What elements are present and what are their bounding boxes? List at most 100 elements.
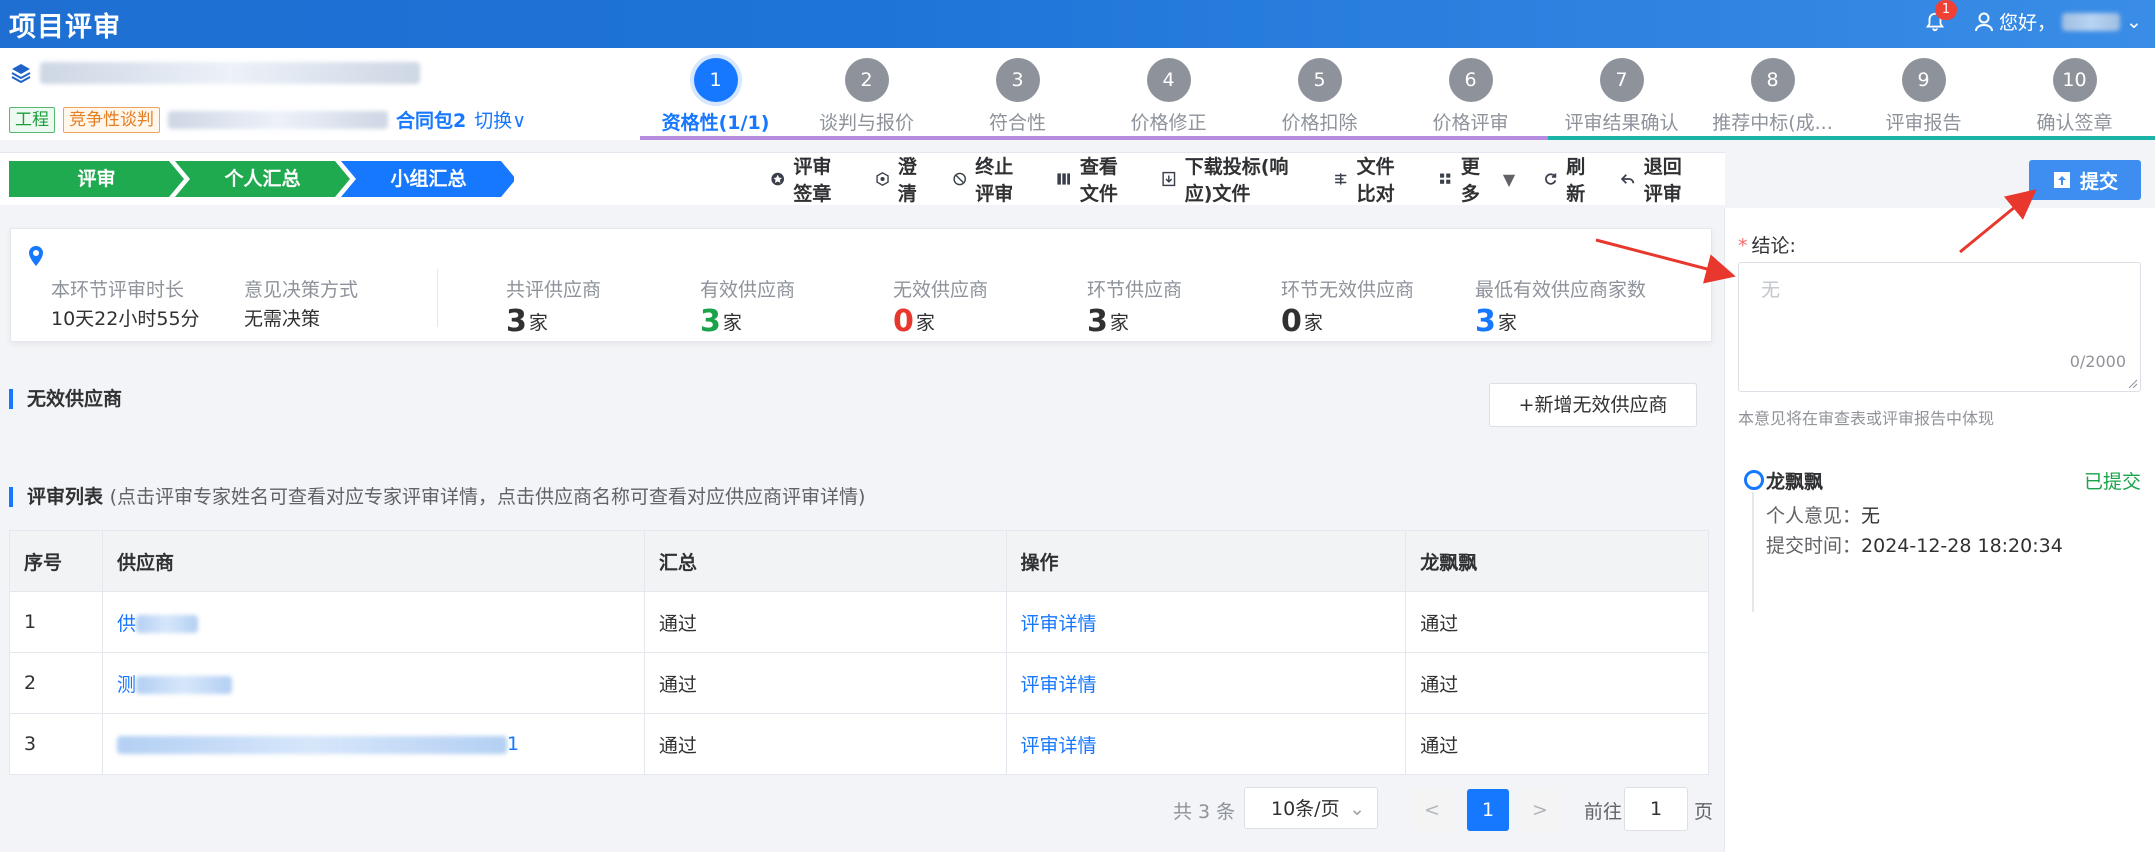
review-detail-link[interactable]: 评审详情 bbox=[1021, 674, 1097, 696]
step-label: 确认签章 bbox=[2036, 112, 2113, 134]
files-icon bbox=[1057, 173, 1071, 185]
opinion-label: 个人意见： bbox=[1766, 505, 1862, 527]
step-number: 1 bbox=[693, 58, 738, 102]
clarify-button[interactable]: 澄清 bbox=[875, 152, 924, 206]
step-number: 10 bbox=[2052, 58, 2097, 102]
supplier-name-redacted bbox=[116, 735, 507, 754]
crumb-personal-summary[interactable]: 个人汇总 bbox=[180, 161, 345, 197]
download-button[interactable]: 下载投标(响应)文件 bbox=[1161, 152, 1305, 206]
compare-button[interactable]: 文件比对 bbox=[1333, 152, 1410, 206]
prev-page-button[interactable]: < bbox=[1411, 789, 1453, 831]
switch-package-link[interactable]: 切换∨ bbox=[474, 106, 526, 133]
more-dropdown[interactable]: 更多 ▼ bbox=[1438, 152, 1515, 206]
clarify-icon bbox=[876, 172, 889, 186]
more-label: 更多 bbox=[1460, 156, 1480, 205]
project-code-redacted bbox=[168, 110, 388, 129]
step-2[interactable]: 2 谈判与报价 bbox=[791, 48, 942, 140]
crumb-group-summary[interactable]: 小组汇总 bbox=[346, 161, 511, 197]
column-header-expert-link[interactable]: 龙飘飘 bbox=[1405, 530, 1709, 592]
row-no: 3 bbox=[9, 713, 103, 775]
step-number: 3 bbox=[995, 58, 1040, 102]
stat-min-valid-suppliers: 最低有效供应商家数 3家 bbox=[1475, 275, 1646, 339]
sign-button[interactable]: 评审签章 bbox=[770, 152, 847, 206]
supplier-cell[interactable]: 1 bbox=[101, 713, 645, 775]
step-3[interactable]: 3 符合性 bbox=[942, 48, 1093, 140]
caret-down-icon: ▼ bbox=[1502, 169, 1516, 189]
table-row: 3 1 通过 评审详情 通过 bbox=[9, 713, 1709, 775]
toolbar: 评审签章 澄清 终止评审 查看文件 下载投标(响应)文件 文件比对 更多 ▼ 刷新… bbox=[770, 156, 1725, 205]
table-header-row: 序号 供应商 汇总 操作 龙飘飘 bbox=[9, 530, 1709, 592]
step-5[interactable]: 5 价格扣除 bbox=[1244, 48, 1395, 140]
chevron-down-icon: ⌄ bbox=[2126, 10, 2142, 33]
return-review-button[interactable]: 退回评审 bbox=[1620, 152, 1697, 206]
page-size-value: 10条/页 bbox=[1271, 798, 1340, 820]
supplier-link[interactable]: 供 bbox=[117, 613, 136, 635]
step-8[interactable]: 8 推荐中标(成... bbox=[1697, 48, 1848, 140]
compare-label: 文件比对 bbox=[1356, 156, 1395, 205]
step-label: 评审结果确认 bbox=[1564, 112, 1679, 134]
summary-cell: 通过 bbox=[643, 652, 1007, 714]
step-6[interactable]: 6 价格评审 bbox=[1395, 48, 1546, 140]
view-files-label: 查看文件 bbox=[1079, 156, 1118, 205]
stat-valid-suppliers: 有效供应商 3家 bbox=[700, 275, 795, 339]
user-menu[interactable]: 您好， ⌄ bbox=[1975, 8, 2142, 35]
step-number: 8 bbox=[1750, 58, 1795, 102]
refresh-button[interactable]: 刷新 bbox=[1543, 152, 1592, 206]
step-number: 5 bbox=[1297, 58, 1342, 102]
stat-number: 3 bbox=[1087, 304, 1108, 339]
view-files-button[interactable]: 查看文件 bbox=[1056, 152, 1133, 206]
timeline-line bbox=[1752, 492, 1754, 612]
supplier-cell[interactable]: 供 bbox=[101, 591, 645, 653]
review-detail-link[interactable]: 评审详情 bbox=[1021, 613, 1097, 635]
summary-cell: 通过 bbox=[643, 713, 1007, 775]
current-page-button[interactable]: 1 bbox=[1467, 789, 1509, 831]
row-no: 2 bbox=[9, 652, 103, 714]
table-row: 2 测 通过 评审详情 通过 bbox=[9, 652, 1709, 714]
submit-button[interactable]: 提交 bbox=[2029, 160, 2141, 200]
return-icon bbox=[1621, 174, 1635, 184]
step-7[interactable]: 7 评审结果确认 bbox=[1546, 48, 1697, 140]
terminate-label: 终止评审 bbox=[975, 156, 1014, 205]
stop-icon bbox=[953, 172, 966, 186]
goto-page-input[interactable]: 1 bbox=[1624, 787, 1688, 831]
stat-unit: 家 bbox=[1303, 312, 1323, 334]
goto-label: 前往 bbox=[1584, 801, 1623, 823]
page-size-select[interactable]: 10条/页 ⌄ bbox=[1244, 787, 1378, 829]
terminate-button[interactable]: 终止评审 bbox=[952, 152, 1029, 206]
column-header-supplier: 供应商 bbox=[101, 530, 645, 592]
submit-label: 提交 bbox=[2079, 170, 2118, 193]
supplier-link[interactable]: 测 bbox=[117, 674, 136, 696]
step-1[interactable]: 1 资格性(1/1) bbox=[640, 48, 791, 140]
stat-duration: 本环节评审时长 10天22小时55分 bbox=[51, 275, 200, 331]
step-number: 2 bbox=[844, 58, 889, 102]
step-label: 价格扣除 bbox=[1281, 112, 1358, 134]
expert-result-cell: 通过 bbox=[1405, 713, 1709, 775]
step-10[interactable]: 10 确认签章 bbox=[1999, 48, 2150, 140]
tag-project-type: 工程 bbox=[9, 106, 55, 133]
supplier-name-redacted bbox=[135, 676, 232, 694]
download-label: 下载投标(响应)文件 bbox=[1184, 156, 1289, 205]
notification-badge: 1 bbox=[1935, 0, 1957, 20]
supplier-cell[interactable]: 测 bbox=[101, 652, 645, 714]
stat-number: 3 bbox=[506, 304, 527, 339]
pagination-total: 共 3 条 bbox=[1173, 801, 1236, 823]
next-page-button[interactable]: > bbox=[1519, 789, 1561, 831]
goto-unit: 页 bbox=[1694, 801, 1714, 823]
column-header-action: 操作 bbox=[1005, 530, 1407, 592]
add-invalid-supplier-button[interactable]: +新增无效供应商 bbox=[1489, 383, 1697, 427]
stat-label: 意见决策方式 bbox=[244, 279, 359, 301]
step-9[interactable]: 9 评审报告 bbox=[1848, 48, 1999, 140]
step-label: 价格评审 bbox=[1432, 112, 1509, 134]
resize-handle-icon[interactable] bbox=[2128, 379, 2138, 389]
step-4[interactable]: 4 价格修正 bbox=[1093, 48, 1244, 140]
stat-label: 无效供应商 bbox=[893, 279, 989, 301]
review-detail-link[interactable]: 评审详情 bbox=[1021, 735, 1097, 757]
stat-label: 环节供应商 bbox=[1087, 279, 1183, 301]
refresh-icon bbox=[1545, 173, 1557, 185]
step-label: 符合性 bbox=[988, 112, 1046, 134]
stat-unit: 家 bbox=[528, 312, 548, 334]
supplier-link[interactable]: 1 bbox=[507, 733, 519, 755]
conclusion-textarea[interactable]: 无 0/2000 bbox=[1738, 262, 2141, 392]
invalid-suppliers-title-text: 无效供应商 bbox=[27, 388, 123, 410]
crumb-review[interactable]: 评审 bbox=[9, 161, 184, 197]
